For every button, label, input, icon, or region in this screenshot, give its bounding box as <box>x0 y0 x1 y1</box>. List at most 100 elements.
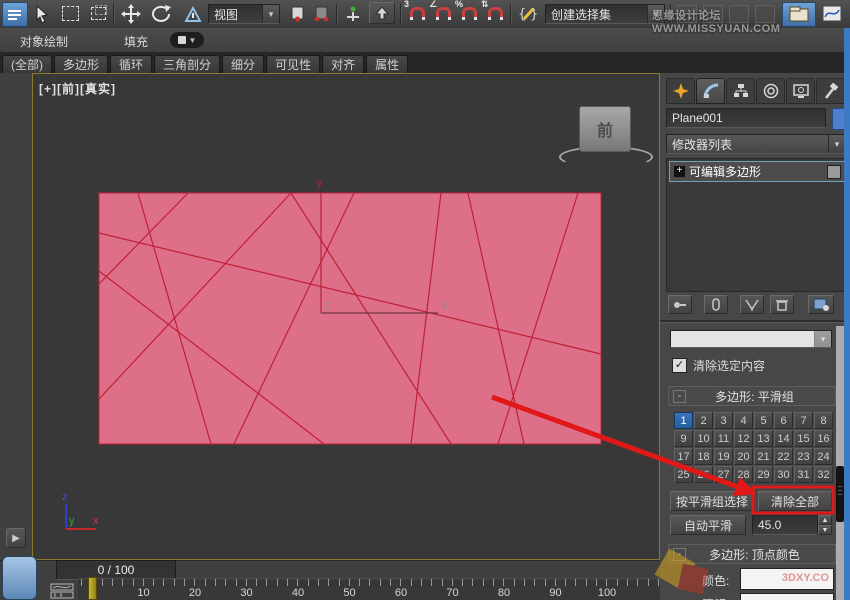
reference-coordinate-dropdown[interactable]: 视图 ▾ <box>208 4 280 24</box>
smoothing-group-19[interactable]: 19 <box>714 448 733 465</box>
smoothing-group-7[interactable]: 7 <box>794 412 813 429</box>
ribbon-tab-3[interactable]: 三角剖分 <box>154 55 220 73</box>
remove-modifier-button[interactable] <box>770 295 794 314</box>
percent-snap-toggle-button[interactable]: % <box>458 2 480 25</box>
smoothing-group-27[interactable]: 27 <box>714 466 733 483</box>
select-by-name-button[interactable] <box>2 2 28 27</box>
smoothing-group-32[interactable]: 32 <box>814 466 833 483</box>
ribbon-tab-7[interactable]: 属性 <box>366 55 408 73</box>
corner-overlay-button[interactable] <box>2 556 37 600</box>
smoothing-group-14[interactable]: 14 <box>774 430 793 447</box>
illumination-color-swatch[interactable] <box>740 593 834 600</box>
expand-panel-button[interactable]: ▶ <box>6 528 26 548</box>
viewcube-front-face-label[interactable]: 前 <box>597 117 613 141</box>
smoothing-group-28[interactable]: 28 <box>734 466 753 483</box>
chevron-down-icon[interactable]: ▾ <box>828 135 845 153</box>
smoothing-group-17[interactable]: 17 <box>674 448 693 465</box>
smoothing-group-2[interactable]: 2 <box>694 412 713 429</box>
spinner-snap-toggle-button[interactable]: ⇅ <box>484 2 506 25</box>
modifier-stack[interactable]: + 可编辑多边形 <box>666 158 848 292</box>
smoothing-group-16[interactable]: 16 <box>814 430 833 447</box>
smoothing-group-10[interactable]: 10 <box>694 430 713 447</box>
tab-hierarchy[interactable] <box>726 78 755 104</box>
select-by-smooth-group-button[interactable]: 按平滑组选择 <box>670 491 754 511</box>
smoothing-group-31[interactable]: 31 <box>794 466 813 483</box>
smoothing-group-25[interactable]: 25 <box>674 466 693 483</box>
paint-fill-flyout-button[interactable]: ▼ <box>170 32 204 48</box>
open-mini-curve-editor-button[interactable] <box>50 583 74 599</box>
select-and-move-button[interactable] <box>118 2 144 25</box>
collapse-icon[interactable]: - <box>673 548 686 561</box>
pin-stack-button[interactable] <box>668 295 692 314</box>
tab-display[interactable] <box>786 78 815 104</box>
expand-plus-icon[interactable]: + <box>674 166 685 177</box>
configure-modifier-sets-button[interactable] <box>808 295 834 314</box>
smoothing-group-15[interactable]: 15 <box>794 430 813 447</box>
named-selection-set-dropdown[interactable]: 创建选择集 ▾ <box>545 4 665 24</box>
smoothing-group-26[interactable]: 26 <box>694 466 713 483</box>
tab-create[interactable] <box>666 78 695 104</box>
smoothing-group-21[interactable]: 21 <box>754 448 773 465</box>
ribbon-tab-0[interactable]: (全部) <box>2 55 52 73</box>
modifier-on-toggle[interactable] <box>827 165 841 179</box>
ribbon-tab-2[interactable]: 循环 <box>110 55 152 73</box>
smoothing-group-4[interactable]: 4 <box>734 412 753 429</box>
smoothing-group-24[interactable]: 24 <box>814 448 833 465</box>
tab-motion[interactable] <box>756 78 785 104</box>
show-end-result-button[interactable] <box>704 295 728 314</box>
smoothing-group-3[interactable]: 3 <box>714 412 733 429</box>
select-and-scale-button[interactable] <box>180 2 206 25</box>
object-name-field[interactable]: Plane001 <box>666 108 826 128</box>
threshold-spinner[interactable]: ▲ ▼ <box>818 515 832 535</box>
named-selection-combo[interactable]: ▾ <box>670 330 832 348</box>
smoothing-group-6[interactable]: 6 <box>774 412 793 429</box>
layer-manager-button[interactable] <box>728 2 750 25</box>
smoothing-group-5[interactable]: 5 <box>754 412 773 429</box>
edit-named-selection-sets-button[interactable]: { } <box>515 2 541 25</box>
ribbon-tab-4[interactable]: 细分 <box>222 55 264 73</box>
smoothing-group-30[interactable]: 30 <box>774 466 793 483</box>
chevron-down-icon[interactable]: ▾ <box>647 5 664 23</box>
smoothing-group-20[interactable]: 20 <box>734 448 753 465</box>
smoothing-group-1[interactable]: 1 <box>674 412 693 429</box>
select-and-rotate-button[interactable] <box>148 2 176 25</box>
angle-snap-toggle-button[interactable]: ∠ <box>432 2 454 25</box>
viewport-label[interactable]: [+][前][真实] <box>39 80 116 97</box>
keyboard-shortcut-override-button[interactable] <box>369 2 395 24</box>
smoothing-group-23[interactable]: 23 <box>794 448 813 465</box>
ribbon-tab-5[interactable]: 可见性 <box>266 55 320 73</box>
smoothing-group-22[interactable]: 22 <box>774 448 793 465</box>
chevron-down-icon[interactable]: ▾ <box>262 5 279 23</box>
spinner-up-icon[interactable]: ▲ <box>818 515 832 525</box>
clear-all-button[interactable]: 清除全部 <box>758 491 832 511</box>
panel-scrollbar-track[interactable] <box>836 326 844 600</box>
smoothing-group-29[interactable]: 29 <box>754 466 773 483</box>
mirror-button[interactable] <box>676 2 698 25</box>
curve-editor-button[interactable] <box>818 2 846 25</box>
modifier-stack-row[interactable]: + 可编辑多边形 <box>669 161 845 182</box>
ribbon-tab-6[interactable]: 对齐 <box>322 55 364 73</box>
align-button[interactable] <box>702 2 724 25</box>
smoothing-group-12[interactable]: 12 <box>734 430 753 447</box>
smoothing-group-18[interactable]: 18 <box>694 448 713 465</box>
auto-smooth-button[interactable]: 自动平滑 <box>670 515 746 535</box>
window-crossing-button[interactable] <box>86 2 110 25</box>
modifier-stack-item-label[interactable]: 可编辑多边形 <box>689 163 761 180</box>
scene-canvas[interactable]: yzxzxy <box>33 74 659 559</box>
clear-selection-checkbox[interactable]: ✓ <box>672 358 687 373</box>
timeline-ruler[interactable]: 0102030405060708090100 <box>78 578 660 600</box>
use-selection-center-button[interactable] <box>310 2 332 25</box>
tab-utilities[interactable] <box>816 78 845 104</box>
vertex-color-swatch[interactable]: 3DXY.CO <box>740 568 834 590</box>
smoothing-rollout-header[interactable]: - 多边形: 平滑组 <box>668 386 836 406</box>
front-viewport[interactable]: yzxzxy [+][前][真实] 前 <box>32 73 660 560</box>
collapse-icon[interactable]: - <box>673 390 686 403</box>
rectangular-selection-region-button[interactable] <box>58 2 82 25</box>
smoothing-group-8[interactable]: 8 <box>814 412 833 429</box>
viewcube[interactable]: 前 <box>579 106 631 152</box>
smoothing-group-9[interactable]: 9 <box>674 430 693 447</box>
material-editor-button[interactable] <box>754 2 776 25</box>
vertex-color-rollout-header[interactable]: - 多边形: 顶点颜色 <box>668 544 836 564</box>
graphite-ribbon-toggle-button[interactable] <box>782 2 816 27</box>
select-object-button[interactable] <box>30 2 54 25</box>
